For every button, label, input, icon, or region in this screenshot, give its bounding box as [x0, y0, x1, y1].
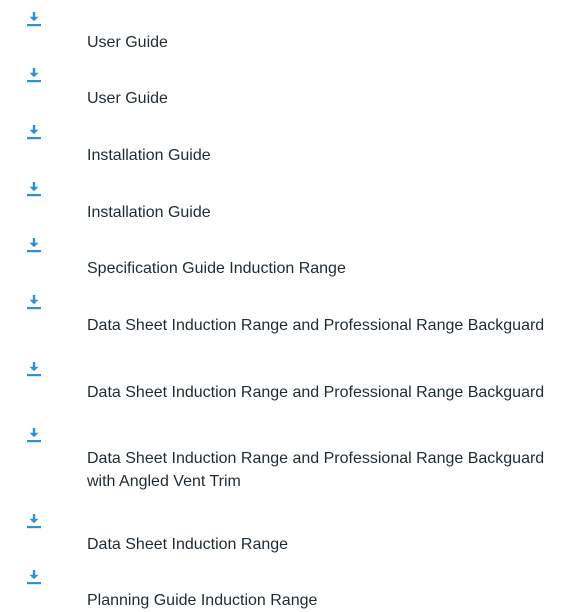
download-link-planning-guide[interactable]: Planning Guide Induction Range	[87, 589, 567, 612]
download-icon[interactable]	[24, 569, 44, 587]
download-icon[interactable]	[24, 427, 44, 445]
download-icon[interactable]	[24, 181, 44, 199]
download-icon[interactable]	[24, 513, 44, 531]
download-link-data-sheet-angled-vent-trim[interactable]: Data Sheet Induction Range and Professio…	[87, 447, 567, 493]
download-icon[interactable]	[24, 294, 44, 312]
download-link-data-sheet[interactable]: Data Sheet Induction Range and Professio…	[87, 381, 567, 404]
download-icon[interactable]	[24, 124, 44, 142]
download-link-data-sheet[interactable]: Data Sheet Induction Range and Professio…	[87, 314, 567, 337]
download-link-installation-guide[interactable]: Installation Guide	[87, 144, 567, 167]
download-link-user-guide[interactable]: User Guide	[87, 87, 567, 110]
download-icon[interactable]	[24, 11, 44, 29]
download-link-user-guide[interactable]: User Guide	[87, 31, 567, 54]
download-icon[interactable]	[24, 237, 44, 255]
download-icon[interactable]	[24, 67, 44, 85]
download-link-data-sheet-induction-range[interactable]: Data Sheet Induction Range	[87, 533, 567, 556]
download-icon[interactable]	[24, 361, 44, 379]
download-link-installation-guide[interactable]: Installation Guide	[87, 201, 567, 224]
download-link-specification-guide[interactable]: Specification Guide Induction Range	[87, 257, 567, 280]
